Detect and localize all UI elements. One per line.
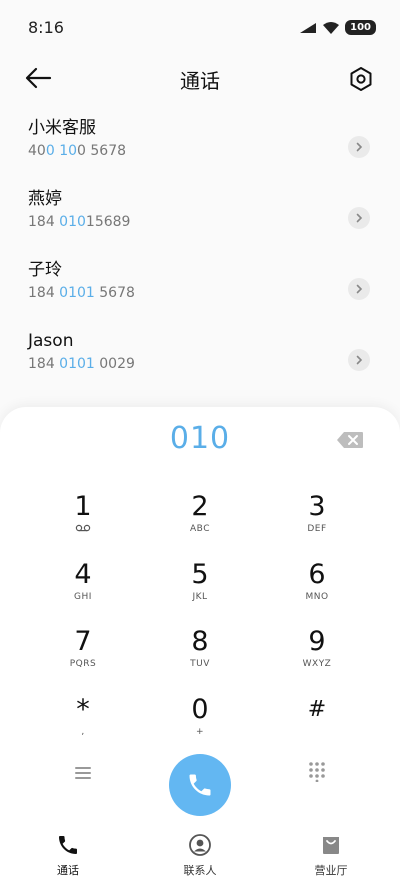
keypad-grid-icon	[309, 762, 325, 783]
chevron-right-icon[interactable]	[348, 278, 370, 300]
nav-label: 联系人	[183, 864, 217, 877]
key-2[interactable]: 2 ABC	[155, 491, 245, 547]
bottom-navigation: 通话 联系人 营业厅	[0, 825, 400, 889]
phone-icon	[59, 836, 77, 854]
contact-item[interactable]: 子玲 184 0101 5678	[0, 258, 400, 329]
chevron-right-icon[interactable]	[348, 136, 370, 158]
voicemail-icon	[75, 524, 91, 532]
contact-list: 小米客服 400 100 5678 燕婷 184 01015689 子玲 184…	[0, 116, 400, 400]
signal-icon	[300, 22, 317, 33]
contact-number: 184 0101 5678	[28, 285, 135, 301]
status-icons: 100	[299, 20, 376, 35]
key-9[interactable]: 9 WXYZ	[272, 626, 362, 682]
menu-button[interactable]	[72, 762, 94, 784]
contact-number: 184 01015689	[28, 214, 131, 230]
backspace-button[interactable]	[336, 431, 364, 449]
phone-icon	[189, 774, 211, 796]
page-title: 通话	[180, 69, 220, 93]
nav-tab-calls[interactable]: 通话	[18, 833, 118, 878]
shopping-bag-icon	[323, 837, 339, 854]
settings-button[interactable]	[348, 66, 374, 92]
contact-name: Jason	[28, 331, 74, 351]
chevron-right-icon[interactable]	[348, 207, 370, 229]
nav-tab-contacts[interactable]: 联系人	[150, 833, 250, 878]
key-0[interactable]: 0 +	[155, 694, 245, 750]
menu-icon	[75, 767, 91, 779]
contact-item[interactable]: Jason 184 0101 0029	[0, 329, 400, 400]
wifi-icon	[323, 21, 340, 34]
key-6[interactable]: 6 MNO	[272, 559, 362, 615]
key-1[interactable]: 1	[38, 491, 128, 547]
call-button[interactable]	[169, 754, 231, 816]
key-3[interactable]: 3 DEF	[272, 491, 362, 547]
nav-tab-service-hall[interactable]: 营业厅	[281, 833, 381, 878]
status-bar: 8:16 100	[0, 0, 400, 56]
contact-number: 184 0101 0029	[28, 356, 135, 372]
chevron-right-icon[interactable]	[348, 349, 370, 371]
contact-number: 400 100 5678	[28, 143, 127, 159]
battery-icon: 100	[345, 20, 376, 35]
contact-name: 子玲	[28, 260, 62, 280]
key-5[interactable]: 5 JKL	[155, 559, 245, 615]
status-time: 8:16	[28, 18, 64, 37]
key-7[interactable]: 7 PQRS	[38, 626, 128, 682]
keypad-toggle-button[interactable]	[306, 760, 328, 783]
contact-name: 小米客服	[28, 118, 96, 138]
contact-item[interactable]: 小米客服 400 100 5678	[0, 116, 400, 187]
contact-name: 燕婷	[28, 189, 62, 209]
header: 通话	[0, 56, 400, 102]
nav-label: 营业厅	[314, 864, 348, 877]
key-8[interactable]: 8 TUV	[155, 626, 245, 682]
key-hash[interactable]: #	[272, 694, 362, 750]
settings-hexagon-icon	[350, 67, 372, 91]
backspace-icon	[337, 432, 363, 448]
nav-label: 通话	[57, 864, 79, 877]
key-4[interactable]: 4 GHI	[38, 559, 128, 615]
key-star[interactable]: * ,	[38, 694, 128, 750]
dialpad-panel: 010 1 2 ABC 3 DEF 4 GHI 5 JKL 6 MNO 7 PQ…	[0, 407, 400, 825]
contact-item[interactable]: 燕婷 184 01015689	[0, 187, 400, 258]
contacts-person-icon	[189, 834, 211, 856]
